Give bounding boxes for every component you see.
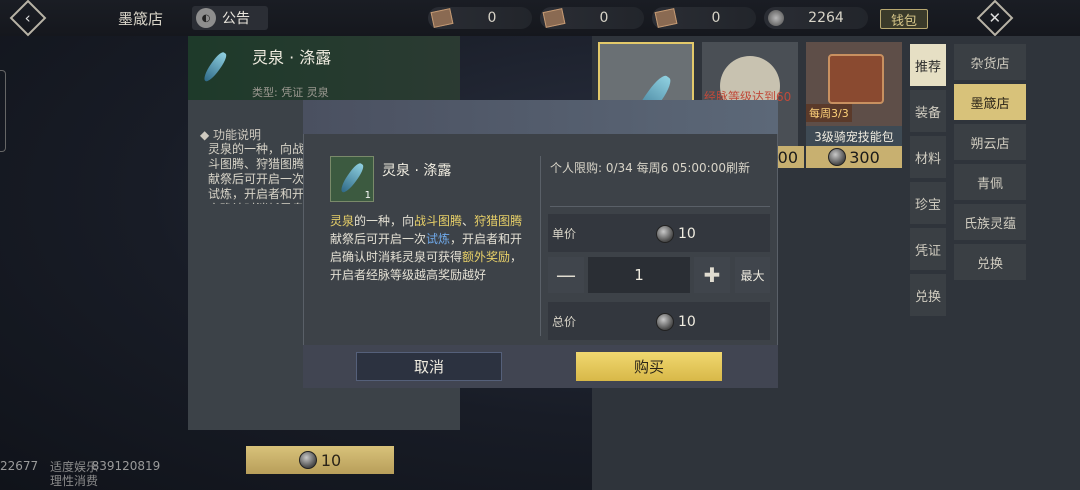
total-price: 10 — [656, 313, 696, 331]
ticket-icon — [542, 8, 566, 28]
currency-value: 0 — [711, 10, 721, 26]
coin-icon — [768, 10, 784, 26]
detail-item-name: 灵泉 · 涤露 — [252, 48, 332, 67]
back-button[interactable]: ‹ — [8, 0, 48, 37]
desc-text: 献祭后可开启一次 — [330, 232, 427, 246]
tab-recommend[interactable]: 推荐 — [910, 44, 946, 86]
currency-value: 2264 — [808, 10, 844, 26]
detail-item-type: 类型: 凭证 灵泉 — [252, 86, 329, 99]
ticket-icon — [430, 8, 454, 28]
desc-text: 、 — [462, 214, 475, 228]
unit-price-value: 10 — [678, 226, 696, 242]
coin-icon — [828, 148, 847, 166]
shop-tab-clan[interactable]: 氏族灵蕴 — [954, 204, 1026, 240]
dialog-header — [303, 100, 778, 134]
quantity-input[interactable]: 1 — [588, 257, 690, 293]
wallet-button[interactable]: 钱包 — [880, 9, 928, 29]
unit-price: 10 — [656, 225, 696, 243]
close-icon: ✕ — [976, 0, 1014, 37]
desc-link: 试炼 — [426, 232, 451, 246]
desc-title-text: 功能说明 — [213, 128, 262, 142]
currency-1: 0 — [428, 7, 532, 29]
tab-material[interactable]: 材料 — [910, 136, 946, 178]
bottle-icon — [201, 50, 229, 84]
megaphone-icon: ◐ — [196, 8, 216, 28]
card-price-value: 300 — [849, 147, 880, 167]
shop-tab-qingpei[interactable]: 青佩 — [954, 164, 1026, 200]
notice-label: 公告 — [222, 11, 250, 27]
tab-voucher[interactable]: 凭证 — [910, 228, 946, 270]
coin-icon — [656, 313, 674, 331]
desc-highlight: 额外奖励 — [462, 250, 511, 264]
increase-button[interactable]: ✚ — [694, 257, 730, 293]
tab-treasure[interactable]: 珍宝 — [910, 182, 946, 224]
desc-highlight: 灵泉 — [330, 214, 355, 228]
side-handle[interactable] — [0, 70, 6, 152]
coin-icon — [656, 225, 674, 243]
bottle-icon — [338, 161, 366, 195]
shop-tab-exchange[interactable]: 兑换 — [954, 244, 1026, 280]
dialog-item-icon: 1 — [330, 156, 374, 202]
shop-tab-grocery[interactable]: 杂货店 — [954, 44, 1026, 80]
unit-price-label: 单价 — [552, 226, 577, 241]
total-price-value: 10 — [678, 314, 696, 330]
notice-button[interactable]: ◐ 公告 — [192, 6, 268, 30]
tab-exchange[interactable]: 兑换 — [910, 274, 946, 316]
dialog-item-name: 灵泉 · 涤露 — [382, 163, 452, 179]
currency-3: 0 — [652, 7, 756, 29]
chest-icon — [828, 54, 884, 104]
detail-price-button[interactable]: 10 — [246, 446, 394, 474]
item-count: 1 — [364, 190, 371, 201]
divider — [550, 206, 770, 207]
purchase-limit: 个人限购: 0/34 每周6 05:00:00刷新 — [550, 161, 750, 175]
dialog-description: 灵泉的一种，向战斗图腾、狩猎图腾献祭后可开启一次试炼，开启者和开启确认时消耗灵泉… — [330, 212, 526, 284]
ticket-icon — [654, 8, 678, 28]
shop-card-3[interactable]: 每周3/3 3级骑宠技能包 300 — [806, 42, 902, 168]
desc-text: 的一种，向 — [354, 214, 415, 228]
currency-4: 2264 — [764, 7, 868, 29]
currency-value: 0 — [487, 10, 497, 26]
decrease-button[interactable]: — — [548, 257, 584, 293]
footer-notice-2: 理性消费 — [50, 474, 99, 488]
shop-tab-mozhen[interactable]: 墨箴店 — [954, 84, 1026, 120]
desc-highlight: 战斗图腾 — [414, 214, 463, 228]
currency-2: 0 — [540, 7, 644, 29]
max-button[interactable]: 最大 — [735, 257, 770, 293]
buy-button[interactable]: 购买 — [576, 352, 722, 381]
shop-tab-shuoyun[interactable]: 朔云店 — [954, 124, 1026, 160]
tab-equipment[interactable]: 装备 — [910, 90, 946, 132]
back-arrow-icon: ‹ — [9, 0, 47, 37]
weekly-limit-tag: 每周3/3 — [806, 104, 852, 122]
close-button[interactable]: ✕ — [975, 0, 1015, 37]
coin-icon — [298, 451, 317, 469]
shop-title: 墨箴店 — [118, 10, 164, 28]
cancel-button[interactable]: 取消 — [356, 352, 502, 381]
card-price: 300 — [806, 146, 902, 168]
total-price-label: 总价 — [552, 314, 577, 329]
desc-highlight: 狩猎图腾 — [474, 214, 523, 228]
card-label: 3级骑宠技能包 — [806, 126, 902, 146]
divider — [540, 156, 541, 336]
currency-value: 0 — [599, 10, 609, 26]
detail-desc-text: 灵泉的一种，向战斗图腾、狩猎图腾献祭后可开启一次试炼，开启者和开启确认时消耗灵泉… — [208, 142, 305, 204]
detail-desc-title: ◆ 功能说明 — [200, 128, 262, 142]
detail-price-value: 10 — [320, 450, 342, 470]
